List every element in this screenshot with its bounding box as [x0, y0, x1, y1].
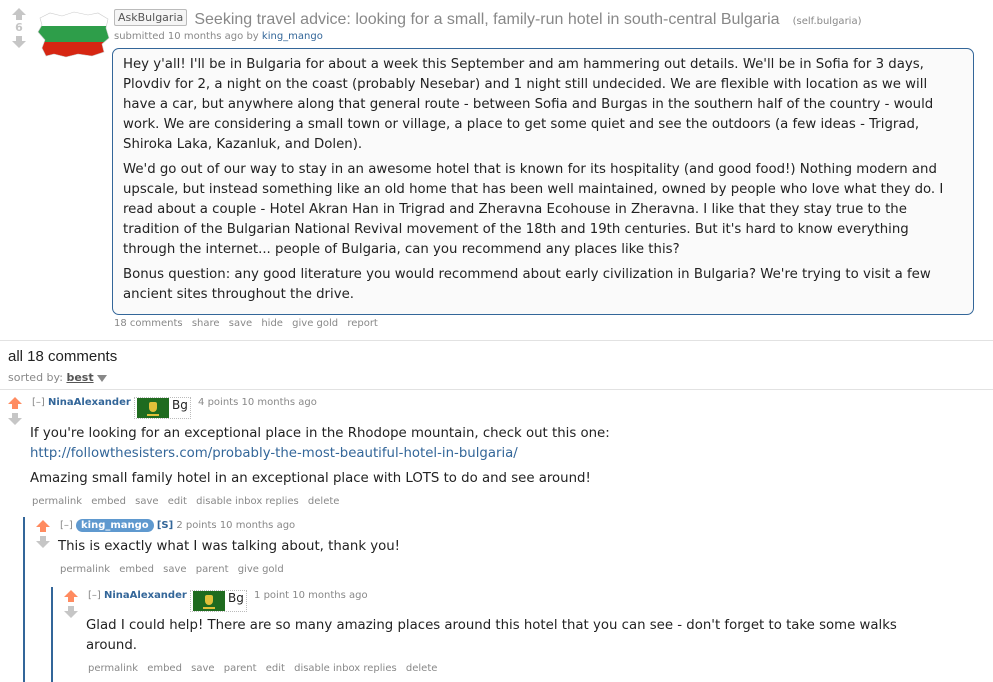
- upvote-arrow-icon[interactable]: [36, 520, 50, 532]
- comment-text: This is exactly what I was talking about…: [58, 539, 401, 554]
- give-gold-button[interactable]: give gold: [238, 564, 284, 575]
- comment-vote-column: [64, 590, 78, 618]
- collapse-toggle[interactable]: [–]: [60, 520, 73, 531]
- delete-button[interactable]: delete: [308, 496, 340, 507]
- sort-control[interactable]: sorted by: best: [8, 371, 108, 385]
- edit-button[interactable]: edit: [168, 496, 187, 507]
- post-buttons: 18 comments share save hide give gold re…: [114, 318, 384, 329]
- sort-value[interactable]: best: [66, 371, 93, 384]
- divider: [0, 389, 993, 390]
- flag-icon: [193, 591, 225, 611]
- comment-tagline: [–] NinaAlexander Bg 1 point 10 months a…: [88, 590, 368, 612]
- permalink-button[interactable]: permalink: [88, 663, 138, 674]
- thread-line[interactable]: [23, 517, 25, 682]
- post-score: 6: [15, 21, 23, 34]
- save-button[interactable]: save: [135, 496, 158, 507]
- hide-button[interactable]: hide: [261, 318, 283, 329]
- sorted-label: sorted by:: [8, 371, 63, 384]
- downvote-arrow-icon[interactable]: [64, 606, 78, 618]
- collapse-toggle[interactable]: [–]: [88, 590, 101, 601]
- delete-button[interactable]: delete: [406, 663, 438, 674]
- post-flair-tag[interactable]: AskBulgaria: [114, 9, 188, 26]
- selftext-paragraph: Bonus question: any good literature you …: [123, 267, 931, 302]
- comment-author-link[interactable]: NinaAlexander: [104, 590, 187, 601]
- divider: [0, 340, 993, 341]
- comment-vote-column: [36, 520, 50, 548]
- comment-vote-column: [8, 397, 22, 425]
- comment-buttons: permalink embed save parent give gold: [60, 564, 290, 575]
- save-button[interactable]: save: [163, 564, 186, 575]
- permalink-button[interactable]: permalink: [60, 564, 110, 575]
- disable-inbox-replies-button[interactable]: disable inbox replies: [294, 663, 397, 674]
- save-button[interactable]: save: [229, 318, 252, 329]
- collapse-toggle[interactable]: [–]: [32, 397, 45, 408]
- upvote-arrow-icon[interactable]: [8, 397, 22, 409]
- bulgaria-map-thumbnail[interactable]: [36, 10, 110, 58]
- comment-author-link[interactable]: NinaAlexander: [48, 397, 131, 408]
- comments-title: all 18 comments: [8, 348, 118, 365]
- post-header: AskBulgaria Seeking travel advice: looki…: [114, 9, 974, 42]
- comments-count-link[interactable]: 18 comments: [114, 318, 183, 329]
- comment-body: This is exactly what I was talking about…: [58, 537, 958, 557]
- save-button[interactable]: save: [191, 663, 214, 674]
- downvote-arrow-icon[interactable]: [8, 413, 22, 425]
- comment-text: If you're looking for an exceptional pla…: [30, 426, 610, 441]
- flag-icon: [137, 398, 169, 418]
- user-flair-text: Bg: [228, 591, 244, 605]
- comment-text: Glad I could help! There are so many ama…: [86, 618, 897, 653]
- post-tagline: submitted 10 months ago by king_mango: [114, 31, 974, 42]
- user-flair: Bg: [134, 397, 191, 419]
- share-button[interactable]: share: [192, 318, 220, 329]
- comment-body: If you're looking for an exceptional pla…: [30, 424, 960, 489]
- dropdown-arrow-icon[interactable]: [97, 372, 108, 385]
- give-gold-button[interactable]: give gold: [292, 318, 338, 329]
- comment-link[interactable]: http://followthesisters.com/probably-the…: [30, 446, 518, 461]
- permalink-button[interactable]: permalink: [32, 496, 82, 507]
- post-vote-column: 6: [11, 8, 27, 48]
- comment-tagline: [–] king_mango [S] 2 points 10 months ag…: [60, 519, 296, 532]
- embed-button[interactable]: embed: [91, 496, 126, 507]
- report-button[interactable]: report: [347, 318, 378, 329]
- embed-button[interactable]: embed: [147, 663, 182, 674]
- user-flair-text: Bg: [172, 398, 188, 412]
- upvote-arrow-icon[interactable]: [64, 590, 78, 602]
- submitter-marker[interactable]: [S]: [157, 520, 173, 531]
- thread-line[interactable]: [51, 587, 53, 682]
- parent-button[interactable]: parent: [196, 564, 229, 575]
- comment-body: Glad I could help! There are so many ama…: [86, 616, 926, 656]
- comment-text: Amazing small family hotel in an excepti…: [30, 471, 591, 486]
- selftext-paragraph: Hey y'all! I'll be in Bulgaria for about…: [123, 57, 934, 152]
- op-author-badge[interactable]: king_mango: [76, 519, 154, 532]
- edit-button[interactable]: edit: [266, 663, 285, 674]
- post-title[interactable]: Seeking travel advice: looking for a sma…: [194, 11, 779, 28]
- comment-buttons: permalink embed save parent edit disable…: [88, 663, 443, 674]
- post-domain[interactable]: (self.bulgaria): [793, 16, 862, 27]
- submitted-text: submitted 10 months ago by: [114, 31, 259, 42]
- user-flair: Bg: [190, 590, 247, 612]
- comment-meta: 2 points 10 months ago: [176, 520, 296, 531]
- comment-tagline: [–] NinaAlexander Bg 4 points 10 months …: [32, 397, 317, 419]
- selftext-paragraph: We'd go out of our way to stay in an awe…: [123, 162, 944, 257]
- downvote-arrow-icon[interactable]: [36, 536, 50, 548]
- post-author-link[interactable]: king_mango: [262, 31, 323, 42]
- parent-button[interactable]: parent: [224, 663, 257, 674]
- embed-button[interactable]: embed: [119, 564, 154, 575]
- upvote-arrow-icon[interactable]: [12, 8, 26, 20]
- comment-buttons: permalink embed save edit disable inbox …: [32, 496, 345, 507]
- comment-meta: 1 point 10 months ago: [254, 590, 368, 601]
- comment-meta: 4 points 10 months ago: [198, 397, 317, 408]
- downvote-arrow-icon[interactable]: [12, 36, 26, 48]
- disable-inbox-replies-button[interactable]: disable inbox replies: [196, 496, 299, 507]
- post-selftext: Hey y'all! I'll be in Bulgaria for about…: [112, 48, 974, 315]
